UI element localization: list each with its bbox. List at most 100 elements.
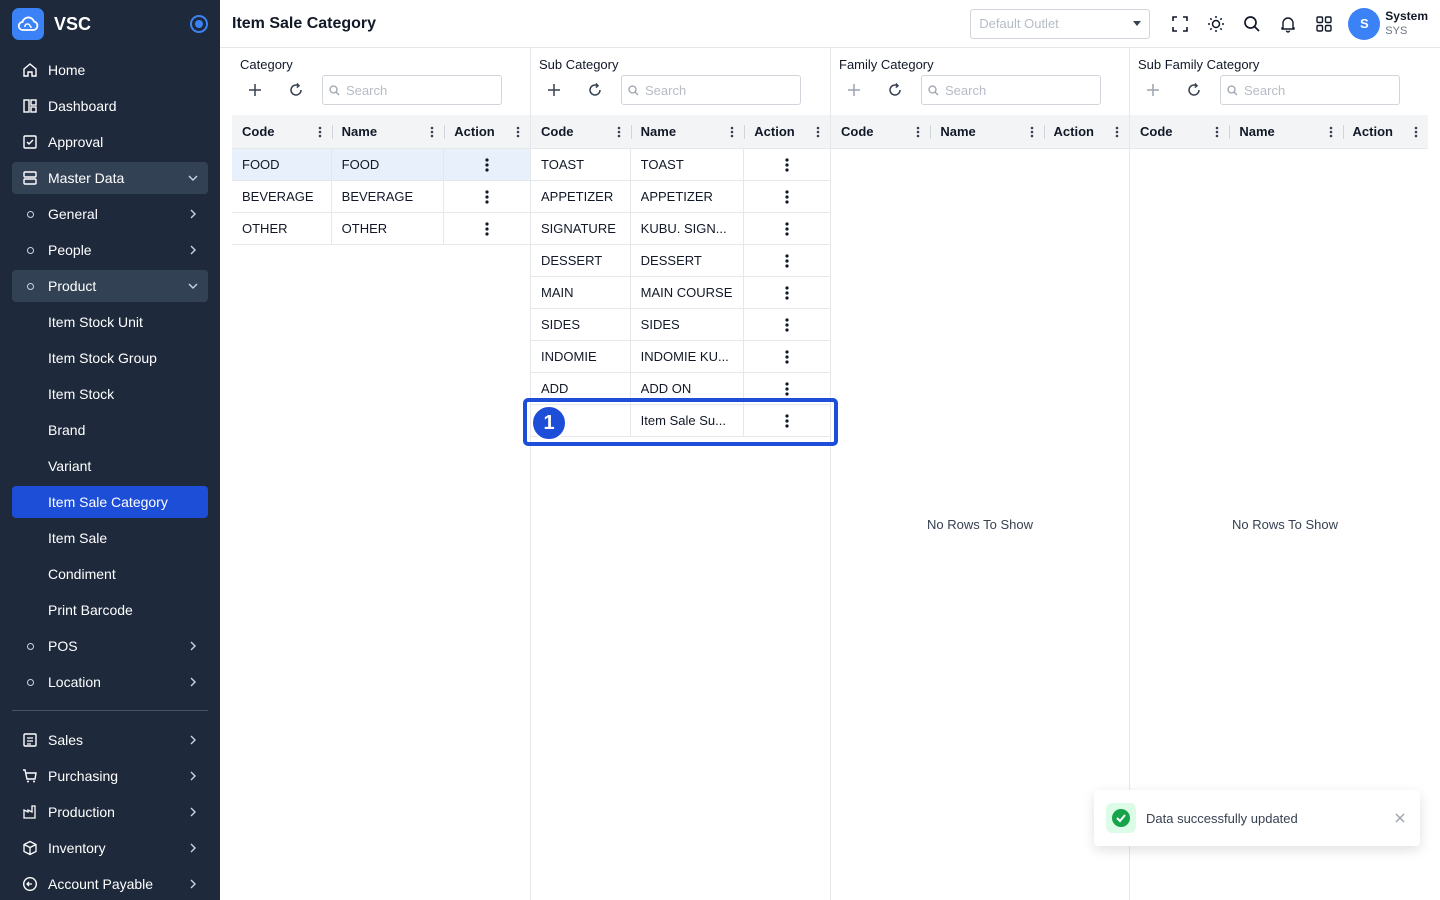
user-menu[interactable]: S System SYS	[1348, 7, 1428, 40]
sidebar-item-purchasing[interactable]: Purchasing	[12, 760, 208, 792]
table-row[interactable]: INDOMIE INDOMIE KU...	[531, 341, 830, 373]
sidebar-item-label: Item Stock Unit	[48, 314, 143, 330]
search-input[interactable]: Search	[1220, 75, 1400, 105]
search-icon	[928, 84, 939, 96]
sidebar-item-item-sale[interactable]: Item Sale	[12, 522, 208, 554]
panel-title: Sub Family Category	[1138, 57, 1260, 72]
table-row[interactable]: APPETIZER APPETIZER	[531, 181, 830, 213]
column-menu-icon[interactable]	[318, 126, 322, 138]
sidebar-item-general[interactable]: General	[12, 198, 208, 230]
sidebar-item-people[interactable]: People	[12, 234, 208, 266]
row-action-menu-icon[interactable]	[744, 213, 830, 244]
column-menu-icon[interactable]	[916, 126, 920, 138]
family-category-panel: Family Category Search Code Name Action …	[831, 48, 1130, 900]
row-action-menu-icon[interactable]	[744, 181, 830, 212]
add-button[interactable]	[539, 75, 569, 105]
sidebar-item-home[interactable]: Home	[12, 54, 208, 86]
add-button[interactable]	[839, 75, 869, 105]
sun-icon[interactable]	[1198, 6, 1234, 42]
sidebar-item-print-barcode[interactable]: Print Barcode	[12, 594, 208, 626]
column-menu-icon[interactable]	[516, 126, 520, 138]
sidebar-item-dashboard[interactable]: Dashboard	[12, 90, 208, 122]
row-action-menu-icon[interactable]	[744, 309, 830, 340]
search-icon[interactable]	[1234, 6, 1270, 42]
row-action-menu-icon[interactable]	[744, 245, 830, 276]
add-button[interactable]	[240, 75, 270, 105]
cell-code: DESSERT	[531, 245, 631, 276]
column-header-name[interactable]: Name	[331, 115, 445, 148]
sidebar-item-item-stock[interactable]: Item Stock	[12, 378, 208, 410]
row-action-menu-icon[interactable]	[744, 277, 830, 308]
column-menu-icon[interactable]	[617, 126, 621, 138]
column-header-name[interactable]: Name	[630, 115, 745, 148]
chevron-right-icon	[186, 841, 200, 855]
app-name: VSC	[54, 13, 92, 34]
sidebar-item-location[interactable]: Location	[12, 666, 208, 698]
sidebar-item-item-sale-category[interactable]: Item Sale Category	[12, 486, 208, 518]
table-row[interactable]: OTHER OTHER	[232, 213, 530, 245]
sidebar-item-inventory[interactable]: Inventory	[12, 832, 208, 864]
sidebar-item-sales[interactable]: Sales	[12, 724, 208, 756]
row-action-menu-icon[interactable]	[744, 341, 830, 372]
sidebar-item-production[interactable]: Production	[12, 796, 208, 828]
column-menu-icon[interactable]	[1329, 126, 1333, 138]
column-header-name[interactable]: Name	[930, 115, 1043, 148]
row-action-menu-icon[interactable]	[744, 149, 830, 180]
table-row[interactable]: BEVERAGE BEVERAGE	[232, 181, 530, 213]
column-menu-icon[interactable]	[730, 126, 734, 138]
column-header-action[interactable]: Action	[744, 115, 830, 148]
refresh-button[interactable]	[880, 75, 910, 105]
column-header-name[interactable]: Name	[1229, 115, 1342, 148]
column-header-code[interactable]: Code	[232, 115, 332, 148]
sidebar-item-label: Condiment	[48, 566, 116, 582]
column-menu-icon[interactable]	[1215, 126, 1219, 138]
column-header-action[interactable]: Action	[1043, 115, 1129, 148]
close-icon[interactable]	[1392, 810, 1408, 826]
sidebar-toggle-icon[interactable]	[190, 15, 208, 33]
table-row[interactable]: DESSERT DESSERT	[531, 245, 830, 277]
sidebar-item-approval[interactable]: Approval	[12, 126, 208, 158]
cell-code: MAIN	[531, 277, 631, 308]
success-toast: Data successfully updated	[1094, 790, 1420, 846]
search-placeholder: Search	[346, 82, 388, 98]
outlet-select[interactable]: Default Outlet	[970, 8, 1151, 39]
sidebar-item-condiment[interactable]: Condiment	[12, 558, 208, 590]
search-input[interactable]: Search	[921, 75, 1101, 105]
column-menu-icon[interactable]	[1414, 126, 1418, 138]
row-action-menu-icon[interactable]	[444, 213, 530, 244]
refresh-button[interactable]	[1179, 75, 1209, 105]
cell-name: INDOMIE KU...	[631, 341, 745, 372]
apps-grid-icon[interactable]	[1306, 6, 1342, 42]
column-menu-icon[interactable]	[816, 126, 820, 138]
row-action-menu-icon[interactable]	[444, 149, 530, 180]
column-header-code[interactable]: Code	[531, 115, 631, 148]
column-menu-icon[interactable]	[1030, 126, 1034, 138]
column-header-code[interactable]: Code	[831, 115, 930, 148]
sidebar-item-item-stock-unit[interactable]: Item Stock Unit	[12, 306, 208, 338]
sidebar-item-pos[interactable]: POS	[12, 630, 208, 662]
column-header-action[interactable]: Action	[1342, 115, 1428, 148]
table-row[interactable]: FOOD FOOD	[232, 149, 530, 181]
refresh-button[interactable]	[580, 75, 610, 105]
column-menu-icon[interactable]	[1115, 126, 1119, 138]
sidebar-item-brand[interactable]: Brand	[12, 414, 208, 446]
column-header-action[interactable]: Action	[444, 115, 530, 148]
table-row[interactable]: SIDES SIDES	[531, 309, 830, 341]
search-input[interactable]: Search	[621, 75, 801, 105]
sidebar-item-variant[interactable]: Variant	[12, 450, 208, 482]
fullscreen-icon[interactable]	[1162, 6, 1198, 42]
sidebar-item-master-data[interactable]: Master Data	[12, 162, 208, 194]
table-row[interactable]: TOAST TOAST	[531, 149, 830, 181]
column-menu-icon[interactable]	[430, 126, 434, 138]
sidebar-item-account-payable[interactable]: Account Payable	[12, 868, 208, 900]
table-row[interactable]: MAIN MAIN COURSE	[531, 277, 830, 309]
row-action-menu-icon[interactable]	[444, 181, 530, 212]
bell-icon[interactable]	[1270, 6, 1306, 42]
sidebar-item-item-stock-group[interactable]: Item Stock Group	[12, 342, 208, 374]
column-header-code[interactable]: Code	[1130, 115, 1229, 148]
table-row[interactable]: SIGNATURE KUBU. SIGN...	[531, 213, 830, 245]
refresh-button[interactable]	[281, 75, 311, 105]
sidebar-item-product[interactable]: Product	[12, 270, 208, 302]
add-button[interactable]	[1138, 75, 1168, 105]
search-input[interactable]: Search	[322, 75, 502, 105]
